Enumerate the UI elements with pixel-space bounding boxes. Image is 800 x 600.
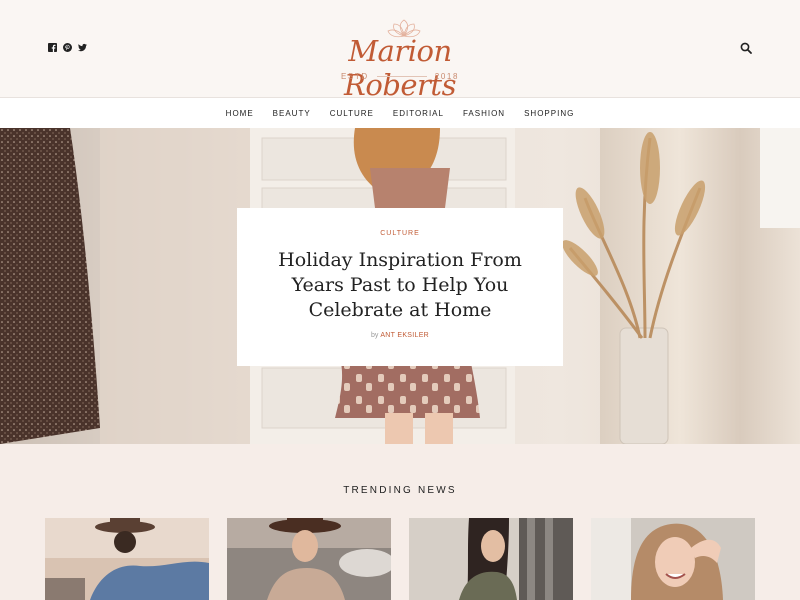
- post-category[interactable]: CULTURE: [237, 230, 563, 237]
- nav-item-home[interactable]: HOME: [226, 109, 254, 118]
- site-header: Marion Roberts ESTD 2018: [0, 0, 800, 102]
- trending-photo: [409, 518, 573, 600]
- featured-post-card: CULTURE Holiday Inspiration From Years P…: [237, 208, 563, 366]
- byline-prefix: by: [370, 332, 379, 339]
- trending-thumbnail[interactable]: [227, 518, 391, 600]
- brand-name: Marion Roberts: [344, 34, 456, 102]
- hero-image[interactable]: CULTURE Holiday Inspiration From Years P…: [0, 128, 800, 444]
- trending-thumbnail[interactable]: [45, 518, 209, 600]
- social-links: [48, 43, 87, 52]
- nav-item-beauty[interactable]: BEAUTY: [273, 109, 311, 118]
- estd-label: ESTD: [341, 71, 369, 81]
- trending-thumbnail[interactable]: [591, 518, 755, 600]
- trending-title: TRENDING NEWS: [343, 485, 457, 496]
- pinterest-icon[interactable]: [63, 43, 72, 52]
- twitter-icon[interactable]: [78, 43, 87, 52]
- facebook-icon[interactable]: [48, 43, 57, 52]
- post-author[interactable]: ANT EKSILER: [380, 332, 429, 339]
- trending-photo: [591, 518, 755, 600]
- nav-item-editorial[interactable]: EDITORIAL: [393, 109, 444, 118]
- estd-divider: [376, 75, 427, 77]
- estd-year: 2018: [434, 71, 459, 81]
- search-icon[interactable]: [740, 42, 752, 54]
- brand-established: ESTD 2018: [341, 71, 459, 81]
- trending-photo: [227, 518, 391, 600]
- main-nav: HOME BEAUTY CULTURE EDITORIAL FASHION SH…: [0, 98, 800, 128]
- post-title[interactable]: Holiday Inspiration From Years Past to H…: [263, 248, 537, 323]
- trending-photo: [45, 518, 209, 600]
- nav-item-fashion[interactable]: FASHION: [463, 109, 505, 118]
- nav-item-culture[interactable]: CULTURE: [330, 109, 374, 118]
- nav-item-shopping[interactable]: SHOPPING: [524, 109, 574, 118]
- post-byline: by ANT EKSILER: [237, 332, 563, 339]
- site-logo[interactable]: Marion Roberts ESTD 2018: [300, 19, 500, 102]
- trending-thumbnail[interactable]: [409, 518, 573, 600]
